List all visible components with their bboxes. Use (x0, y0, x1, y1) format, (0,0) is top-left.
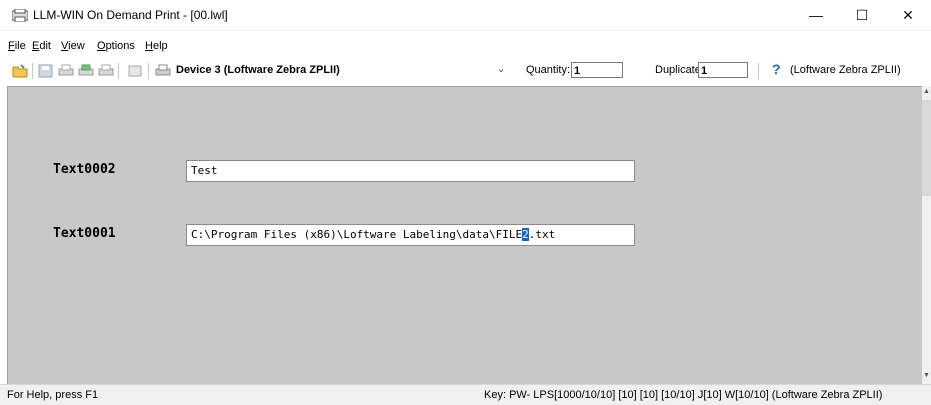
menu-file[interactable]: File (8, 40, 26, 52)
maximize-button[interactable]: ☐ (839, 0, 885, 30)
field-label-text0001: Text0001 (53, 226, 116, 241)
device-select[interactable]: Device 3 (Loftware Zebra ZPLII) (176, 64, 340, 76)
quantity-input[interactable]: 1 (571, 62, 623, 78)
toolbar-separator (118, 63, 119, 79)
scrollbar-thumb[interactable] (922, 100, 931, 196)
printer-icon[interactable] (155, 64, 171, 78)
field-label-text0002: Text0002 (53, 162, 116, 177)
text0001-value-suffix: .txt (528, 228, 556, 241)
toolbar-separator (148, 63, 149, 79)
vertical-scrollbar[interactable]: ▲ ▼ (922, 86, 931, 384)
text0001-input[interactable]: C:\Program Files (x86)\Loftware Labeling… (186, 224, 635, 246)
scroll-up-icon[interactable]: ▲ (922, 88, 931, 95)
scroll-down-icon[interactable]: ▼ (922, 372, 931, 379)
status-bar: For Help, press F1 Key: PW- LPS[1000/10/… (0, 384, 931, 405)
menu-options[interactable]: Options (97, 40, 135, 52)
print-preview-icon[interactable] (98, 64, 114, 78)
open-folder-icon[interactable] (12, 64, 28, 78)
toolbar-separator (758, 63, 759, 79)
text0002-input[interactable]: Test (186, 160, 635, 182)
app-icon (12, 9, 28, 22)
menu-view[interactable]: View (61, 40, 85, 52)
title-bar: LLM-WIN On Demand Print - [00.lwl] — ☐ ✕ (0, 0, 931, 31)
duplicates-input[interactable]: 1 (698, 62, 748, 78)
form-area: Text0002 Test Text0001 C:\Program Files … (7, 86, 923, 385)
print-batch-icon[interactable] (78, 64, 94, 78)
quantity-label: Quantity: (526, 64, 571, 76)
menu-edit[interactable]: Edit (32, 40, 51, 52)
label-icon[interactable] (127, 64, 143, 78)
close-button[interactable]: ✕ (885, 0, 931, 30)
text-selection: 2 (522, 228, 529, 241)
printer-name: (Loftware Zebra ZPLII) (790, 64, 901, 76)
status-key: Key: PW- LPS[1000/10/10] [10] [10] [10/1… (484, 389, 883, 401)
text0001-value: C:\Program Files (x86)\Loftware Labeling… (191, 228, 523, 241)
help-icon[interactable]: ? (772, 61, 781, 77)
minimize-button[interactable]: — (793, 0, 839, 30)
status-help: For Help, press F1 (7, 389, 99, 401)
menu-help[interactable]: Help (145, 40, 168, 52)
toolbar-separator (32, 63, 33, 79)
chevron-down-icon[interactable]: ⌄ (497, 64, 505, 75)
menu-bar: File Edit View Options Help (0, 38, 931, 56)
save-icon[interactable] (38, 64, 54, 78)
text0002-value: Test (191, 164, 218, 177)
window-title: LLM-WIN On Demand Print - [00.lwl] (33, 8, 228, 22)
print-icon[interactable] (58, 64, 74, 78)
